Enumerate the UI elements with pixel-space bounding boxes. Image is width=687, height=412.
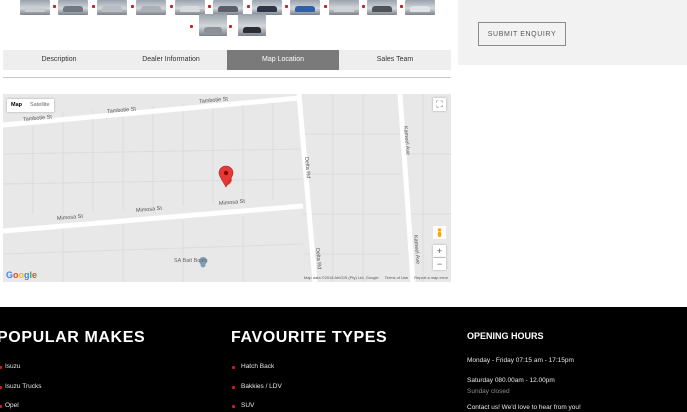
thumbnail-marker [190, 25, 193, 28]
list-bullet [0, 366, 2, 369]
map-type-map[interactable]: Map [7, 99, 26, 112]
make-link-opel[interactable]: Opel [5, 402, 19, 409]
list-bullet [0, 405, 2, 408]
tab-sales-team[interactable]: Sales Team [339, 50, 451, 70]
thumbnail-marker [131, 5, 134, 8]
map-attribution: Map data ©2018 AfriGIS (Pty) Ltd, Google… [304, 275, 448, 280]
zoom-in-button[interactable]: + [433, 245, 446, 257]
opening-hours-heading: OPENING HOURS [467, 331, 544, 341]
hours-sunday: Sunday closed [467, 388, 510, 395]
thumbnail-marker [285, 5, 288, 8]
list-bullet [232, 366, 235, 369]
thumbnail-marker [247, 5, 250, 8]
report-map-error-link[interactable]: Report a map error [414, 275, 448, 280]
favourite-types-heading: FAVOURITE TYPES [231, 329, 388, 346]
vehicle-thumbnail[interactable] [20, 0, 50, 15]
terms-of-use-link[interactable]: Terms of Use [385, 275, 409, 280]
list-bullet [232, 405, 235, 408]
map-data-credit: Map data ©2018 AfriGIS (Pty) Ltd, Google [303, 275, 379, 280]
tab-map-location[interactable]: Map Location [227, 50, 339, 70]
type-link-hatch-back[interactable]: Hatch Back [241, 363, 274, 370]
tab-description[interactable]: Description [3, 50, 115, 70]
thumbnail-strip [0, 0, 450, 40]
vehicle-thumbnail[interactable] [97, 0, 127, 15]
enquiry-panel: SUBMIT ENQUIRY [458, 0, 687, 65]
list-bullet [0, 386, 2, 389]
make-link-isuzu-trucks[interactable]: Isuzu Trucks [5, 383, 41, 390]
vehicle-thumbnail[interactable] [290, 0, 320, 15]
popular-makes-heading: POPULAR MAKES [0, 329, 146, 346]
vehicle-thumbnail[interactable] [213, 0, 243, 15]
site-footer: POPULAR MAKES Isuzu Isuzu Trucks Opel FA… [0, 307, 687, 412]
hours-weekday: Monday - Friday 07:15 am - 17:15pm [467, 357, 574, 364]
map-type-satellite[interactable]: Satellite [26, 99, 54, 112]
thumbnail-marker [324, 5, 327, 8]
vehicle-thumbnail[interactable] [175, 0, 205, 15]
google-logo: Google [6, 270, 38, 280]
hours-saturday: Saturday 080.00am - 12.00pm [467, 377, 555, 384]
thumbnail-marker [400, 5, 403, 8]
thumbnail-marker [208, 5, 211, 8]
vehicle-thumbnail[interactable] [136, 0, 166, 15]
vehicle-thumbnail[interactable] [199, 14, 227, 36]
divider [3, 77, 451, 78]
contact-text: Contact us! We'd love to hear from you! [467, 404, 581, 411]
submit-enquiry-button[interactable]: SUBMIT ENQUIRY [478, 22, 566, 46]
vehicle-thumbnail[interactable] [58, 0, 88, 15]
type-link-bakkies-ldv[interactable]: Bakkies / LDV [241, 383, 282, 390]
street-view-pegman-icon[interactable] [433, 226, 446, 239]
zoom-out-button[interactable]: − [433, 258, 446, 270]
thumbnail-marker [92, 5, 95, 8]
vehicle-thumbnail[interactable] [238, 14, 266, 36]
type-link-suv[interactable]: SUV [241, 402, 254, 409]
vehicle-thumbnail[interactable] [252, 0, 282, 15]
thumbnail-marker [170, 5, 173, 8]
poi-label[interactable]: SA Bait Boats [174, 258, 208, 264]
vehicle-thumbnail[interactable] [367, 0, 397, 15]
listing-tabs: Description Dealer Information Map Locat… [3, 50, 451, 70]
map-type-control: Map Satellite [7, 99, 54, 112]
fullscreen-icon[interactable]: ⛶ [433, 98, 446, 111]
thumbnail-marker [362, 5, 365, 8]
thumbnail-marker [229, 25, 232, 28]
vehicle-thumbnail[interactable] [405, 0, 435, 15]
make-link-isuzu[interactable]: Isuzu [5, 363, 21, 370]
map-view[interactable]: Map Satellite ⛶ + − Tambotie St Tambotie… [3, 94, 451, 282]
list-bullet [232, 386, 235, 389]
thumbnail-marker [53, 5, 56, 8]
vehicle-thumbnail[interactable] [329, 0, 359, 15]
map-canvas[interactable] [3, 94, 451, 282]
tab-dealer-information[interactable]: Dealer Information [115, 50, 227, 70]
